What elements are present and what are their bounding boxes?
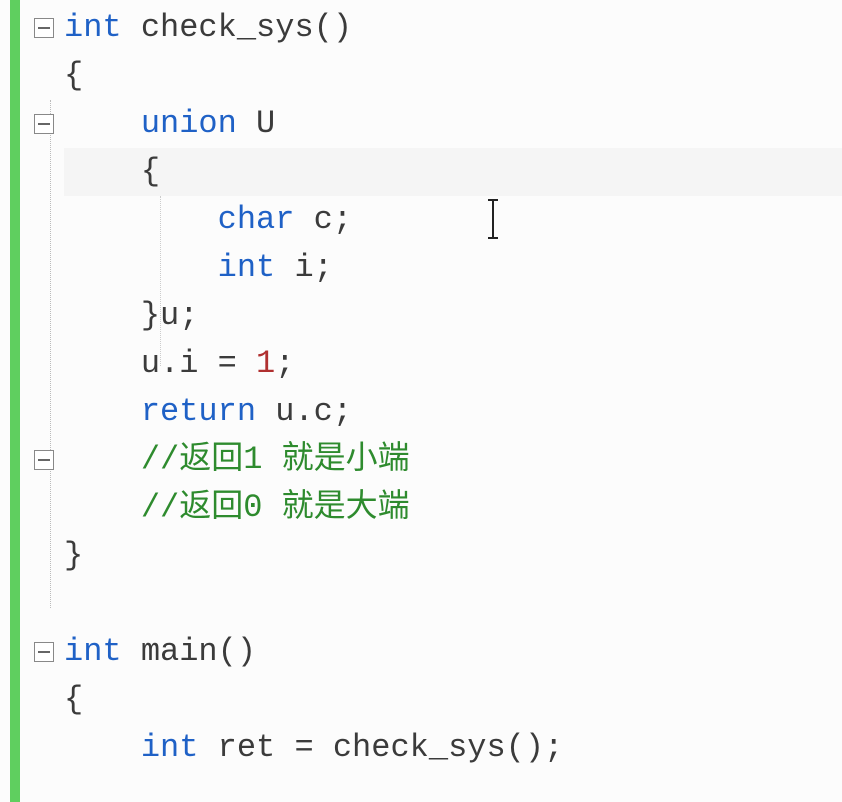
code-line[interactable]: union U — [64, 100, 842, 148]
token-punc: { — [141, 153, 160, 190]
token-kw: int — [64, 9, 122, 46]
token-idn: ret — [218, 729, 276, 766]
indent — [64, 249, 218, 286]
change-indicator-bar — [10, 0, 20, 802]
indent — [64, 489, 141, 526]
brace-guide-outer — [50, 100, 51, 608]
indent — [64, 441, 141, 478]
token-fn: main — [141, 633, 218, 670]
token-punc: { — [64, 681, 83, 718]
token-typ: char — [218, 201, 295, 238]
token-punc: ; — [333, 201, 352, 238]
token-punc: . — [294, 393, 313, 430]
code-line[interactable]: { — [64, 148, 842, 196]
token-punc: ; — [179, 297, 198, 334]
indent — [64, 729, 141, 766]
fold-toggle-icon[interactable] — [34, 18, 54, 38]
token-punc — [275, 729, 294, 766]
code-line[interactable]: int i; — [64, 244, 842, 292]
token-kw: int — [64, 633, 122, 670]
code-line[interactable]: { — [64, 52, 842, 100]
token-punc — [122, 9, 141, 46]
text-cursor — [492, 203, 494, 237]
token-fn: check_sys — [141, 9, 314, 46]
fold-toggle-icon[interactable] — [34, 450, 54, 470]
token-punc — [237, 345, 256, 382]
code-line[interactable]: return u.c; — [64, 388, 842, 436]
token-punc — [256, 393, 275, 430]
token-punc — [294, 201, 313, 238]
current-line-highlight — [64, 148, 842, 196]
token-punc: (); — [506, 729, 564, 766]
token-idn: c — [314, 393, 333, 430]
token-punc: ; — [333, 393, 352, 430]
code-line[interactable]: int ret = check_sys(); — [64, 724, 842, 772]
code-line[interactable]: int main() — [64, 628, 842, 676]
token-num: 1 — [256, 345, 275, 382]
token-op: = — [294, 729, 313, 766]
code-line[interactable]: }u; — [64, 292, 842, 340]
token-punc: () — [218, 633, 256, 670]
token-punc: ; — [314, 249, 333, 286]
indent — [64, 153, 141, 190]
token-ret: return — [141, 393, 256, 430]
token-punc — [314, 729, 333, 766]
fold-toggle-icon[interactable] — [34, 114, 54, 134]
code-line[interactable]: //返回1 就是小端 — [64, 436, 842, 484]
token-punc: . — [160, 345, 179, 382]
token-punc: () — [314, 9, 352, 46]
token-idn: i — [179, 345, 198, 382]
indent — [64, 105, 141, 142]
token-typ: int — [141, 729, 199, 766]
indent — [64, 345, 141, 382]
code-line[interactable]: int check_sys() — [64, 4, 842, 52]
code-line[interactable]: { — [64, 676, 842, 724]
indent — [64, 201, 218, 238]
token-punc: } — [141, 297, 160, 334]
indent — [64, 297, 141, 334]
token-punc — [198, 729, 217, 766]
token-idn: c — [314, 201, 333, 238]
token-idn: u — [141, 345, 160, 382]
code-editor[interactable]: int check_sys(){ union U { char c; int i… — [0, 0, 842, 802]
indent — [64, 393, 141, 430]
token-punc — [237, 105, 256, 142]
token-punc — [122, 633, 141, 670]
code-line[interactable]: } — [64, 532, 842, 580]
fold-toggle-icon[interactable] — [34, 642, 54, 662]
token-idn: u — [275, 393, 294, 430]
token-idn: i — [294, 249, 313, 286]
code-line[interactable]: u.i = 1; — [64, 340, 842, 388]
token-punc: ; — [275, 345, 294, 382]
token-idn: U — [256, 105, 275, 142]
token-punc: { — [64, 57, 83, 94]
code-line[interactable]: char c; — [64, 196, 842, 244]
token-typ: int — [218, 249, 276, 286]
token-punc: } — [64, 537, 83, 574]
token-punc — [275, 249, 294, 286]
token-kw: union — [141, 105, 237, 142]
code-line[interactable] — [64, 580, 842, 628]
token-cmt: //返回0 就是大端 — [141, 489, 410, 526]
token-punc — [198, 345, 217, 382]
token-fn: check_sys — [333, 729, 506, 766]
token-cmt: //返回1 就是小端 — [141, 441, 410, 478]
token-idn: u — [160, 297, 179, 334]
code-line[interactable]: //返回0 就是大端 — [64, 484, 842, 532]
token-op: = — [218, 345, 237, 382]
